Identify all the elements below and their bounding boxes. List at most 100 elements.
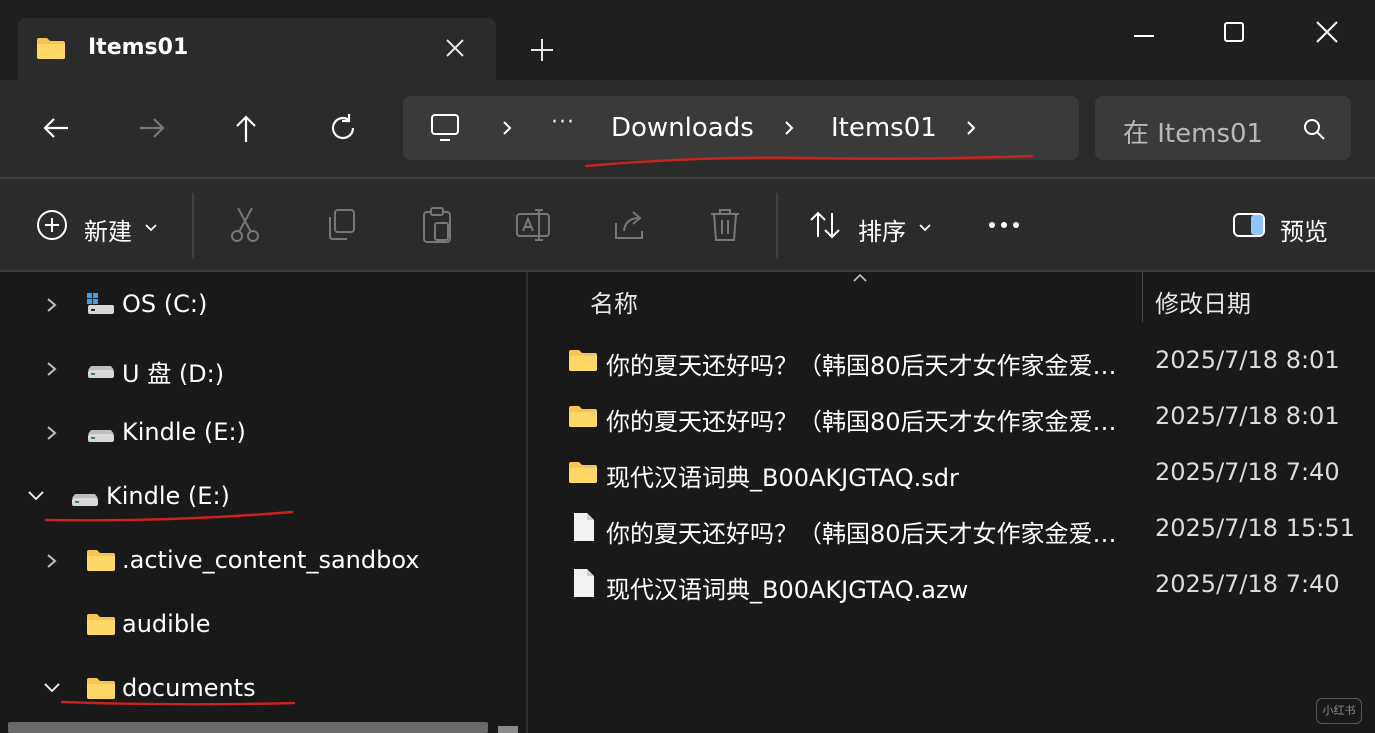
add-circle-icon bbox=[37, 210, 67, 240]
folder-icon bbox=[37, 38, 65, 59]
chevron-right-icon[interactable] bbox=[44, 360, 60, 378]
tree-item-label: U 盘 (D:) bbox=[122, 360, 225, 388]
file-name: 你的夏天还好吗？（韩国80后天才女作家金爱… bbox=[606, 520, 1116, 548]
file-row[interactable]: 现代汉语词典_B00AKJGTAQ.azw 2025/7/18 7:40 bbox=[564, 560, 1354, 610]
column-header-modified[interactable]: 修改日期 bbox=[1155, 284, 1251, 319]
file-icon bbox=[574, 513, 594, 541]
horizontal-scrollbar[interactable] bbox=[8, 722, 488, 733]
tree-item-os-c[interactable]: OS (C:) bbox=[0, 280, 520, 328]
refresh-button[interactable] bbox=[325, 110, 361, 146]
minimize-icon bbox=[1134, 35, 1154, 37]
chevron-right-icon[interactable] bbox=[961, 116, 981, 140]
arrow-right-icon bbox=[140, 118, 165, 138]
search-icon bbox=[1304, 119, 1325, 140]
file-row[interactable]: 你的夏天还好吗？（韩国80后天才女作家金爱… 2025/7/18 8:01 bbox=[564, 392, 1354, 442]
new-label: 新建 bbox=[84, 218, 132, 246]
breadcrumb-overflow[interactable]: ··· bbox=[551, 110, 575, 135]
maximize-icon bbox=[1224, 22, 1244, 42]
preview-label: 预览 bbox=[1280, 218, 1328, 246]
annotation-underline bbox=[44, 510, 294, 522]
preview-pane-button[interactable]: 预览 bbox=[1232, 205, 1342, 246]
tree-item-audible[interactable]: audible bbox=[0, 600, 520, 648]
file-name: 现代汉语词典_B00AKJGTAQ.sdr bbox=[606, 464, 959, 492]
tree-item-kindle-e[interactable]: Kindle (E:) bbox=[0, 408, 520, 456]
annotation-underline bbox=[60, 700, 296, 706]
preview-pane-icon bbox=[1233, 213, 1265, 237]
chevron-right-icon[interactable] bbox=[44, 424, 60, 442]
divider bbox=[776, 193, 778, 259]
command-bar: 新建 排序 预览 bbox=[0, 179, 1375, 271]
chevron-right-icon[interactable] bbox=[497, 116, 517, 140]
file-modified: 2025/7/18 15:51 bbox=[1155, 514, 1355, 542]
drive-icon bbox=[88, 366, 114, 378]
forward-button[interactable] bbox=[134, 110, 170, 146]
minimize-button[interactable] bbox=[1120, 14, 1166, 50]
cut-icon[interactable] bbox=[228, 205, 262, 245]
file-modified: 2025/7/18 8:01 bbox=[1155, 346, 1340, 374]
file-row[interactable]: 现代汉语词典_B00AKJGTAQ.sdr 2025/7/18 7:40 bbox=[564, 448, 1354, 498]
sort-ascending-icon bbox=[853, 273, 867, 282]
arrow-left-icon bbox=[43, 118, 68, 138]
chevron-right-icon[interactable] bbox=[779, 116, 799, 140]
tab-items01[interactable]: Items01 bbox=[18, 18, 496, 80]
watermark: 小红书 bbox=[1316, 698, 1362, 724]
title-bar: Items01 bbox=[0, 0, 1375, 80]
up-button[interactable] bbox=[228, 110, 264, 146]
close-tab-icon[interactable] bbox=[443, 36, 467, 60]
maximize-button[interactable] bbox=[1210, 14, 1256, 50]
tree-item-usb-d[interactable]: U 盘 (D:) bbox=[0, 344, 520, 392]
file-name: 现代汉语词典_B00AKJGTAQ.azw bbox=[606, 576, 969, 604]
breadcrumb-items01[interactable]: Items01 bbox=[831, 113, 937, 143]
file-list: 名称 修改日期 你的夏天还好吗？（韩国80后天才女作家金爱… 2025/7/18… bbox=[528, 272, 1375, 733]
file-modified: 2025/7/18 7:40 bbox=[1155, 570, 1340, 598]
column-header-name[interactable]: 名称 bbox=[590, 284, 638, 319]
file-row[interactable]: 你的夏天还好吗？（韩国80后天才女作家金爱… 2025/7/18 15:51 bbox=[564, 504, 1355, 554]
refresh-icon bbox=[331, 114, 355, 140]
file-modified: 2025/7/18 7:40 bbox=[1155, 458, 1340, 486]
folder-icon bbox=[87, 614, 115, 635]
more-options-icon[interactable] bbox=[986, 205, 1026, 245]
new-tab-icon[interactable] bbox=[528, 36, 556, 64]
annotation-underline bbox=[584, 154, 1034, 168]
scrollbar-arrow[interactable] bbox=[498, 726, 518, 733]
folder-icon bbox=[569, 462, 597, 483]
file-icon bbox=[574, 569, 594, 597]
sort-arrows-icon bbox=[810, 211, 840, 239]
tree-item-label: audible bbox=[122, 610, 211, 638]
drive-icon bbox=[88, 430, 114, 442]
tree-item-label: OS (C:) bbox=[122, 290, 208, 318]
file-name: 你的夏天还好吗？（韩国80后天才女作家金爱… bbox=[606, 408, 1116, 436]
breadcrumb-downloads[interactable]: Downloads bbox=[611, 113, 754, 143]
arrow-up-icon bbox=[236, 115, 256, 142]
copy-icon[interactable] bbox=[325, 205, 359, 245]
sort-label: 排序 bbox=[858, 218, 906, 246]
delete-icon[interactable] bbox=[708, 205, 742, 245]
chevron-down-icon[interactable] bbox=[26, 488, 46, 504]
chevron-right-icon[interactable] bbox=[44, 552, 60, 570]
sort-button[interactable]: 排序 bbox=[808, 205, 936, 246]
column-separator[interactable] bbox=[1142, 272, 1143, 322]
tab-title: Items01 bbox=[88, 35, 189, 60]
drive-icon bbox=[72, 494, 98, 506]
new-button[interactable]: 新建 bbox=[36, 205, 164, 246]
file-modified: 2025/7/18 8:01 bbox=[1155, 402, 1340, 430]
chevron-right-icon[interactable] bbox=[44, 296, 60, 314]
file-row[interactable]: 你的夏天还好吗？（韩国80后天才女作家金爱… 2025/7/18 8:01 bbox=[564, 336, 1354, 386]
tree-item-active-content-sandbox[interactable]: .active_content_sandbox bbox=[0, 536, 520, 584]
tree-item-label: Kindle (E:) bbox=[122, 418, 246, 446]
paste-icon[interactable] bbox=[420, 205, 454, 245]
folder-icon bbox=[87, 550, 115, 571]
share-icon[interactable] bbox=[612, 205, 646, 245]
search-placeholder: 在 Items01 bbox=[1123, 119, 1264, 149]
this-pc-icon[interactable] bbox=[429, 112, 461, 144]
folder-icon bbox=[569, 406, 597, 427]
search-box[interactable]: 在 Items01 bbox=[1095, 96, 1351, 160]
back-button[interactable] bbox=[38, 110, 74, 146]
chevron-down-icon bbox=[919, 224, 931, 232]
close-icon bbox=[1316, 21, 1338, 43]
rename-icon[interactable] bbox=[515, 205, 551, 245]
close-window-button[interactable] bbox=[1303, 14, 1349, 50]
folder-icon bbox=[569, 350, 597, 371]
windows-drive-icon bbox=[87, 293, 114, 314]
tree-item-label: .active_content_sandbox bbox=[122, 546, 420, 574]
